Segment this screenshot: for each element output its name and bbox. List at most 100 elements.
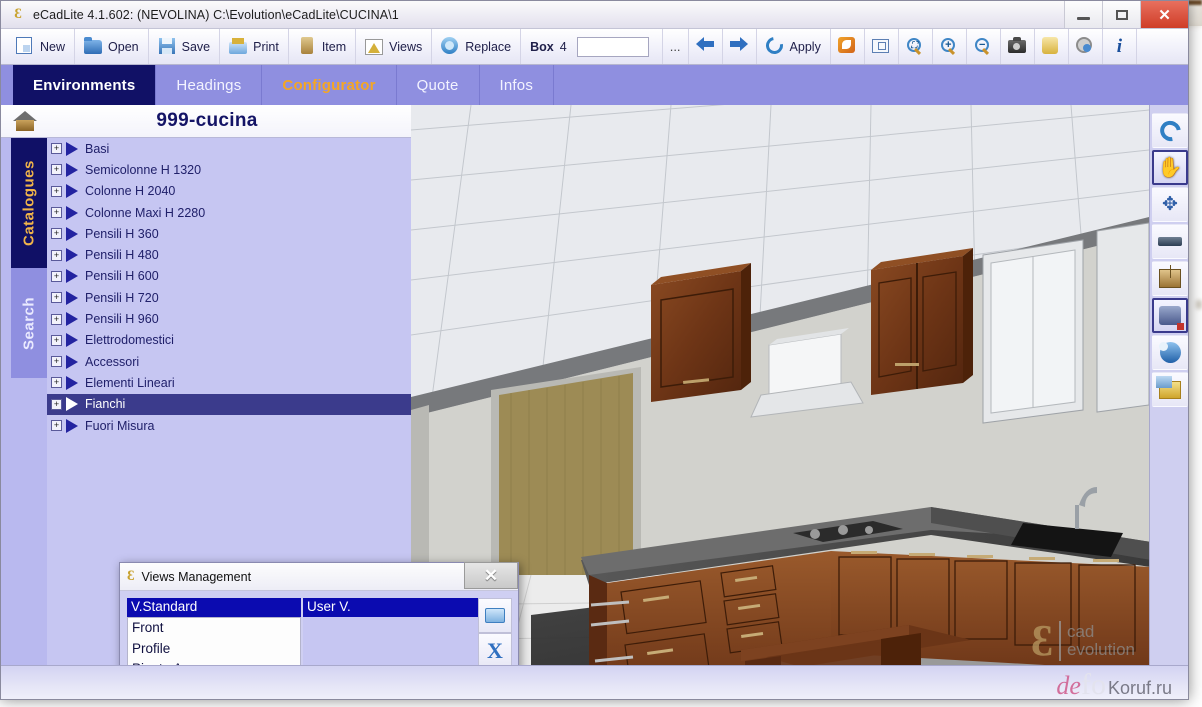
tree-expander-icon[interactable]: + [51, 143, 62, 154]
catalogue-tree-item-label: Semicolonne H 1320 [85, 163, 201, 177]
back-arrow-icon [696, 37, 715, 56]
close-button[interactable]: ✕ [1140, 1, 1188, 28]
tab-headings[interactable]: Headings [156, 65, 262, 105]
tab-configurator[interactable]: Configurator [262, 65, 396, 105]
tree-folder-arrow-icon [66, 397, 78, 411]
item-button-label: Item [322, 40, 346, 54]
new-button-label: New [40, 40, 65, 54]
tree-expander-icon[interactable]: + [51, 356, 62, 367]
catalogue-tree-item[interactable]: +Pensili H 720 [47, 287, 411, 308]
box-input[interactable] [577, 37, 649, 57]
tree-folder-arrow-icon [66, 376, 78, 390]
pan-button[interactable]: ✋ [1152, 150, 1188, 185]
orange-box-button[interactable] [831, 29, 865, 64]
main-toolbar: New Open Save Print Item Views Replace B… [1, 29, 1188, 65]
standard-view-row[interactable]: Profile [128, 639, 300, 660]
undo-button[interactable] [1152, 113, 1188, 148]
catalogue-tree-item-label: Colonne Maxi H 2280 [85, 206, 205, 220]
tab-quote[interactable]: Quote [397, 65, 480, 105]
cabinet-button[interactable] [1152, 261, 1188, 296]
views-button[interactable]: Views [356, 29, 432, 64]
viewport-3d[interactable]: 3 cad evolution [411, 105, 1149, 671]
undo-icon [1156, 116, 1185, 144]
zoom-in-button[interactable]: + [933, 29, 967, 64]
sidebar-tab-search[interactable]: Search [11, 268, 47, 378]
catalogue-tree-item[interactable]: +Basi [47, 138, 411, 159]
minimize-button[interactable] [1064, 1, 1102, 28]
refresh-icon [1160, 342, 1181, 363]
tree-folder-arrow-icon [66, 312, 78, 326]
catalogue-tree-item[interactable]: +Colonne H 2040 [47, 181, 411, 202]
zoom-fit-button[interactable]: ⛶ [899, 29, 933, 64]
catalogue-tree-item[interactable]: + Colonne Maxi H 2280 [47, 202, 411, 223]
box-selector[interactable]: Box 4 [521, 29, 663, 64]
tree-expander-icon[interactable]: + [51, 164, 62, 175]
room-button[interactable] [1152, 298, 1188, 333]
tree-expander-icon[interactable]: + [51, 271, 62, 282]
print-button[interactable]: Print [220, 29, 289, 64]
site-watermark: de fo Koruf.ru [1056, 668, 1172, 700]
scroll-button[interactable] [1035, 29, 1069, 64]
save-button[interactable]: Save [149, 29, 221, 64]
dialog-title: Views Management [142, 570, 252, 584]
worktop-button[interactable] [1152, 224, 1188, 259]
replace-button[interactable]: Replace [432, 29, 521, 64]
tree-expander-icon[interactable]: + [51, 420, 62, 431]
refresh-button[interactable] [1152, 335, 1188, 370]
camera-icon [1008, 37, 1027, 56]
floppy-disk-icon [158, 37, 177, 56]
catalogue-tree-item[interactable]: + Fianchi [47, 394, 411, 415]
item-button[interactable]: Item [289, 29, 356, 64]
back-button[interactable] [689, 29, 723, 64]
tree-folder-arrow-icon [66, 206, 78, 220]
delete-view-button[interactable]: X [478, 633, 512, 668]
catalogue-tree-item[interactable]: +Fuori Misura [47, 415, 411, 436]
zoom-out-button[interactable]: − [967, 29, 1001, 64]
catalogue-tree-item[interactable]: +Accessori [47, 351, 411, 372]
catalogue-tree-item[interactable]: +Elettrodomestici [47, 330, 411, 351]
standard-view-row[interactable]: Front [128, 618, 300, 639]
tree-expander-icon[interactable]: + [51, 186, 62, 197]
image-export-button[interactable] [1152, 372, 1188, 407]
new-button[interactable]: New [7, 29, 75, 64]
watermark-line2: evolution [1067, 641, 1135, 659]
catalogue-tree-item[interactable]: +Pensili H 480 [47, 244, 411, 265]
catalogue-tree-item-label: Fianchi [85, 397, 125, 411]
new-view-button[interactable] [478, 598, 512, 633]
catalogue-tree-item[interactable]: +Pensili H 360 [47, 223, 411, 244]
info-icon: i [1110, 37, 1129, 56]
info-button[interactable]: i [1103, 29, 1137, 64]
tree-expander-icon[interactable]: + [51, 399, 62, 410]
catalogue-tree-item[interactable]: + Pensili H 960 [47, 308, 411, 329]
tree-expander-icon[interactable]: + [51, 250, 62, 261]
tab-infos[interactable]: Infos [480, 65, 555, 105]
tab-environments[interactable]: Environments [13, 65, 156, 105]
maximize-button[interactable] [1102, 1, 1140, 28]
settings-button[interactable] [1069, 29, 1103, 64]
apply-button[interactable]: Apply [757, 29, 831, 64]
catalogue-tree-item[interactable]: + Semicolonne H 1320 [47, 159, 411, 180]
window-view-button[interactable] [865, 29, 899, 64]
catalogue-tree-item[interactable]: +Pensili H 600 [47, 266, 411, 287]
camera-button[interactable] [1001, 29, 1035, 64]
move-button[interactable]: ✥ [1152, 187, 1188, 222]
forward-button[interactable] [723, 29, 757, 64]
tree-expander-icon[interactable]: + [51, 292, 62, 303]
tree-expander-icon[interactable]: + [51, 335, 62, 346]
overflow-button[interactable]: ... [663, 29, 689, 64]
tree-expander-icon[interactable]: + [51, 207, 62, 218]
catalogue-tree-item[interactable]: +Elementi Lineari [47, 372, 411, 393]
room-icon [1159, 306, 1181, 325]
tree-expander-icon[interactable]: + [51, 377, 62, 388]
tree-expander-icon[interactable]: + [51, 228, 62, 239]
tree-expander-icon[interactable]: + [51, 314, 62, 325]
dialog-close-button[interactable]: ✕ [464, 562, 518, 589]
app-bottom-strip: de fo Koruf.ru [1, 665, 1189, 700]
sidebar-tab-catalogues[interactable]: Catalogues [11, 138, 47, 268]
window-title-bar[interactable]: 3 eCadLite 4.1.602: (NEVOLINA) C:\Evolut… [1, 1, 1188, 29]
dialog-title-bar[interactable]: 3 Views Management ✕ [120, 563, 518, 591]
open-button[interactable]: Open [75, 29, 149, 64]
watermark-line1: cad [1067, 623, 1135, 641]
tree-folder-arrow-icon [66, 419, 78, 433]
catalogue-tree-item-label: Pensili H 960 [85, 312, 159, 326]
